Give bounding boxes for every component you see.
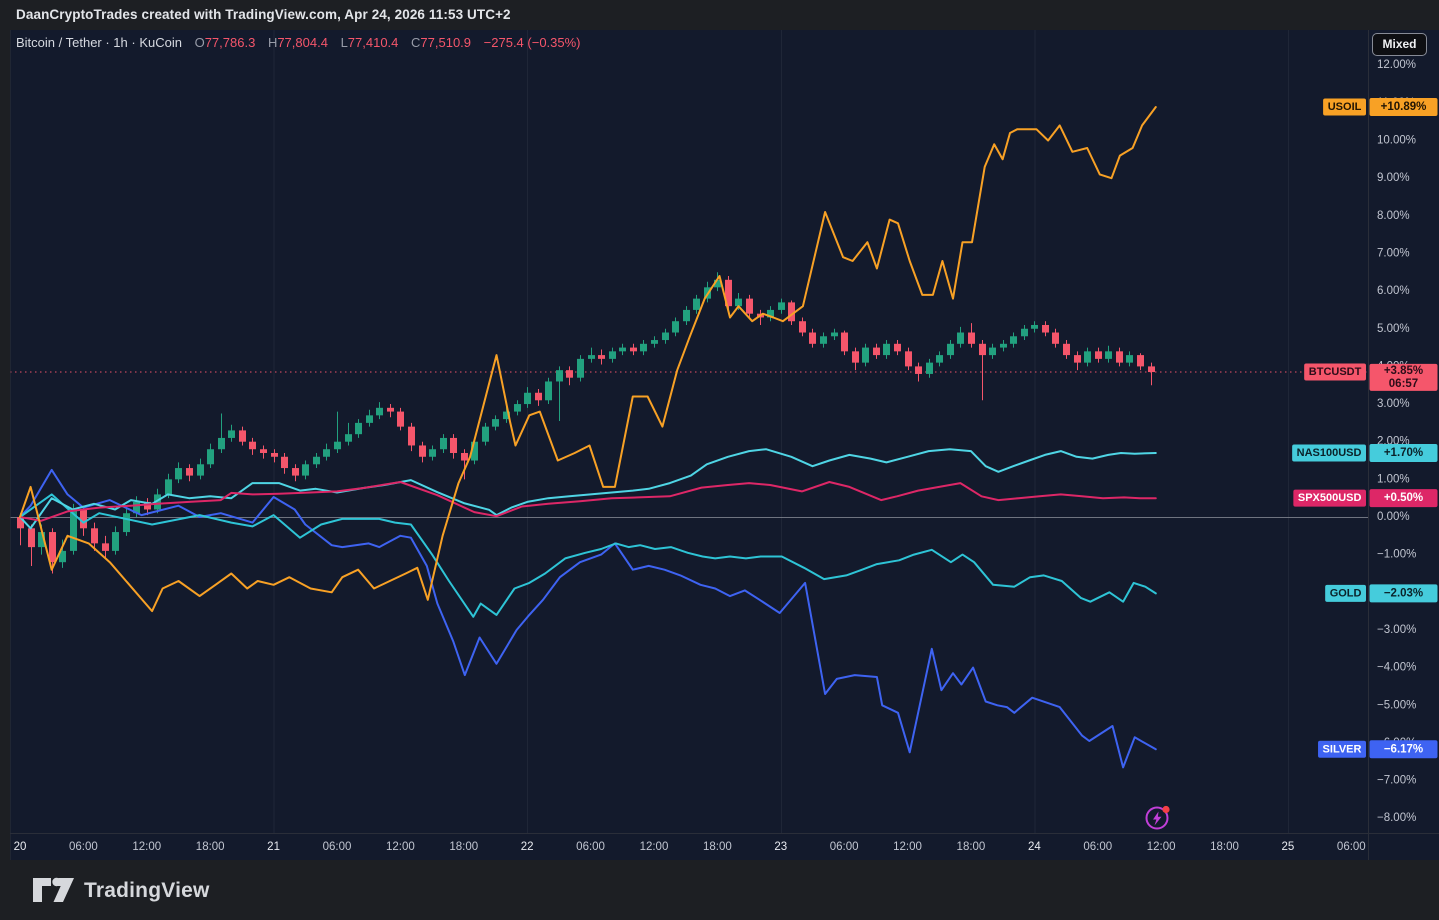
svg-text:−5.00%: −5.00% bbox=[1377, 699, 1416, 711]
svg-text:10.00%: 10.00% bbox=[1377, 135, 1416, 147]
symbol-legend: Bitcoin / Tether · 1h · KuCoin O77,786.3… bbox=[16, 35, 581, 50]
svg-text:−8.00%: −8.00% bbox=[1377, 812, 1416, 824]
svg-text:23: 23 bbox=[774, 841, 787, 853]
svg-text:06:00: 06:00 bbox=[1083, 841, 1112, 853]
svg-text:3.00%: 3.00% bbox=[1377, 398, 1410, 410]
ohlc-low-label: L bbox=[341, 35, 348, 50]
ohlc-high-value: 77,804.4 bbox=[277, 35, 328, 50]
svg-text:18:00: 18:00 bbox=[1210, 841, 1239, 853]
svg-text:12:00: 12:00 bbox=[1147, 841, 1176, 853]
ohlc-change-value: −275.4 (−0.35%) bbox=[484, 35, 581, 50]
ohlc-open-value: 77,786.3 bbox=[205, 35, 256, 50]
ohlc-close-label: C bbox=[411, 35, 420, 50]
svg-text:12:00: 12:00 bbox=[132, 841, 161, 853]
svg-text:−2.03%: −2.03% bbox=[1384, 587, 1423, 599]
svg-text:06:00: 06:00 bbox=[323, 841, 352, 853]
svg-text:18:00: 18:00 bbox=[196, 841, 225, 853]
svg-text:−4.00%: −4.00% bbox=[1377, 662, 1416, 674]
ticker-chip-label-silver: SILVER bbox=[1323, 743, 1362, 755]
svg-text:21: 21 bbox=[267, 841, 280, 853]
ticker-chip-label-nas100usd: NAS100USD bbox=[1297, 447, 1362, 459]
svg-text:6.00%: 6.00% bbox=[1377, 285, 1410, 297]
svg-text:0.00%: 0.00% bbox=[1377, 511, 1410, 523]
tradingview-logo[interactable]: TradingView bbox=[32, 876, 210, 906]
ohlc-open-label: O bbox=[195, 35, 205, 50]
svg-text:+1.70%: +1.70% bbox=[1384, 447, 1423, 459]
symbol-title[interactable]: Bitcoin / Tether · 1h · KuCoin bbox=[16, 35, 182, 50]
svg-text:12:00: 12:00 bbox=[386, 841, 415, 853]
ticker-chip-label-gold: GOLD bbox=[1330, 587, 1362, 599]
svg-text:5.00%: 5.00% bbox=[1377, 323, 1410, 335]
svg-text:+0.50%: +0.50% bbox=[1384, 492, 1423, 504]
svg-text:06:00: 06:00 bbox=[576, 841, 605, 853]
svg-text:12.00%: 12.00% bbox=[1377, 59, 1416, 71]
lightning-icon bbox=[1143, 802, 1173, 832]
ticker-chip-label-usoil: USOIL bbox=[1328, 101, 1362, 113]
svg-text:24: 24 bbox=[1028, 841, 1041, 853]
svg-text:18:00: 18:00 bbox=[957, 841, 986, 853]
scale-mode-mixed-button[interactable]: Mixed bbox=[1372, 33, 1427, 56]
svg-text:12:00: 12:00 bbox=[893, 841, 922, 853]
watermark-text: DaanCryptoTrades created with TradingVie… bbox=[16, 7, 511, 22]
bar-countdown: 06:57 bbox=[1389, 378, 1418, 390]
svg-text:7.00%: 7.00% bbox=[1377, 247, 1410, 259]
svg-text:25: 25 bbox=[1282, 841, 1295, 853]
ohlc-high-label: H bbox=[268, 35, 277, 50]
svg-text:−6.17%: −6.17% bbox=[1384, 743, 1423, 755]
tradingview-logo-icon bbox=[32, 876, 74, 906]
svg-text:12:00: 12:00 bbox=[640, 841, 669, 853]
ohlc-low-value: 77,410.4 bbox=[348, 35, 399, 50]
svg-text:06:00: 06:00 bbox=[69, 841, 98, 853]
ohlc-close-value: 77,510.9 bbox=[420, 35, 471, 50]
svg-text:−7.00%: −7.00% bbox=[1377, 775, 1416, 787]
svg-text:9.00%: 9.00% bbox=[1377, 172, 1410, 184]
svg-text:18:00: 18:00 bbox=[703, 841, 732, 853]
svg-text:−1.00%: −1.00% bbox=[1377, 549, 1416, 561]
svg-text:+10.89%: +10.89% bbox=[1381, 101, 1427, 113]
tradingview-screenshot: 12.00%11.00%10.00%9.00%8.00%7.00%6.00%5.… bbox=[0, 0, 1439, 920]
ticker-chip-label-btcusdt: BTCUSDT bbox=[1309, 366, 1362, 378]
svg-text:22: 22 bbox=[521, 841, 534, 853]
svg-text:18:00: 18:00 bbox=[449, 841, 478, 853]
svg-text:+3.85%: +3.85% bbox=[1384, 365, 1423, 377]
lightning-ideas-button[interactable] bbox=[1143, 802, 1173, 832]
svg-text:06:00: 06:00 bbox=[1337, 841, 1366, 853]
svg-text:8.00%: 8.00% bbox=[1377, 210, 1410, 222]
svg-text:−3.00%: −3.00% bbox=[1377, 624, 1416, 636]
svg-text:1.00%: 1.00% bbox=[1377, 473, 1410, 485]
ticker-chip-label-spx500usd: SPX500USD bbox=[1298, 492, 1362, 504]
svg-text:20: 20 bbox=[14, 841, 27, 853]
svg-text:06:00: 06:00 bbox=[830, 841, 859, 853]
price-chart-canvas[interactable]: 12.00%11.00%10.00%9.00%8.00%7.00%6.00%5.… bbox=[0, 0, 1439, 920]
tradingview-logo-text: TradingView bbox=[84, 879, 210, 903]
